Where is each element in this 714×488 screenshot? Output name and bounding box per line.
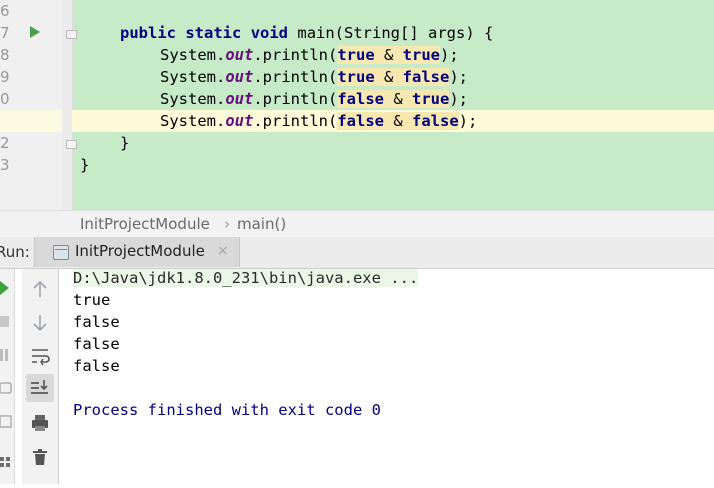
- layout-icon[interactable]: [0, 457, 4, 461]
- breadcrumb: InitProjectModule › main(): [0, 210, 714, 239]
- line-number: 9: [0, 68, 10, 86]
- console-window-icon: [53, 245, 69, 260]
- keyword: void: [250, 24, 289, 42]
- code-literal: true: [337, 68, 375, 86]
- current-line-gutter-highlight: [0, 110, 62, 132]
- code-call: .println(: [253, 46, 338, 64]
- console-output-line: true: [73, 291, 111, 309]
- run-config-tab[interactable]: InitProjectModule ×: [34, 237, 240, 267]
- code-literal: false: [337, 112, 384, 130]
- code-call: .println(: [253, 112, 338, 130]
- static-field: out: [225, 68, 254, 86]
- code-editor[interactable]: 6 7 8 9 0 1 2 3 public static void main(…: [0, 0, 714, 210]
- close-icon[interactable]: ×: [217, 243, 229, 259]
- exit-message: Process finished with exit code 0: [73, 401, 381, 419]
- method-signature-line: public static void main(String[] args) {: [120, 22, 493, 44]
- code-receiver: System.: [160, 90, 226, 108]
- code-operator: &: [384, 90, 412, 108]
- breadcrumb-class[interactable]: InitProjectModule: [80, 215, 210, 233]
- console-output-line: false: [73, 357, 120, 375]
- code-call: .println(: [253, 68, 338, 86]
- class-close-brace: }: [80, 156, 90, 174]
- code-literal: false: [412, 112, 459, 130]
- run-gutter-icon[interactable]: [30, 26, 40, 38]
- line-number: 6: [0, 2, 10, 20]
- code-line: System.out.println(false & false);: [160, 110, 477, 132]
- run-tab-bar: Run: InitProjectModule ×: [0, 237, 714, 269]
- fold-marker-icon[interactable]: [66, 140, 77, 149]
- keyword: public: [120, 24, 176, 42]
- code-literal: false: [402, 68, 450, 86]
- stop-icon[interactable]: [0, 316, 9, 327]
- scroll-to-end-icon: [31, 380, 48, 394]
- command-line[interactable]: D:\Java\jdk1.8.0_231\bin\java.exe ...: [73, 269, 419, 287]
- scroll-to-end-button[interactable]: [26, 374, 54, 402]
- code-close: );: [439, 46, 459, 64]
- line-number: 3: [0, 156, 10, 174]
- play-icon[interactable]: [0, 281, 9, 295]
- run-label: Run:: [0, 243, 30, 261]
- login-icon[interactable]: [0, 415, 12, 428]
- breadcrumb-separator: ›: [224, 215, 230, 233]
- arrow-down-icon[interactable]: [26, 309, 54, 337]
- keyword: static: [185, 24, 242, 42]
- line-number: 0: [0, 90, 10, 108]
- code-operator: &: [374, 68, 403, 86]
- code-close: );: [449, 68, 468, 86]
- code-call: .println(: [253, 90, 338, 108]
- code-operator: &: [374, 46, 403, 64]
- print-icon[interactable]: [26, 409, 54, 437]
- code-receiver: System.: [160, 68, 226, 86]
- code-literal: false: [337, 90, 384, 108]
- fold-marker-icon[interactable]: [66, 30, 77, 39]
- soft-wrap-icon[interactable]: [26, 342, 54, 370]
- console-output-line: false: [73, 313, 120, 331]
- code-receiver: System.: [160, 46, 226, 64]
- camera-icon[interactable]: [0, 382, 12, 394]
- arrow-up-icon[interactable]: [26, 275, 54, 303]
- code-receiver: System.: [160, 112, 226, 130]
- code-literal: true: [412, 90, 450, 108]
- line-number: 8: [0, 46, 10, 64]
- static-field: out: [225, 90, 254, 108]
- code-line: System.out.println(true & false);: [160, 66, 468, 88]
- line-number: 7: [0, 24, 10, 42]
- code-close: );: [458, 112, 478, 130]
- method-close-brace: }: [120, 134, 130, 152]
- pause-icon[interactable]: [0, 349, 3, 361]
- method-rest: main(String[] args) {: [297, 24, 494, 42]
- console-output[interactable]: D:\Java\jdk1.8.0_231\bin\java.exe ... tr…: [59, 269, 714, 484]
- run-actions-toolbar-icons: [0, 281, 12, 467]
- static-field: out: [225, 112, 254, 130]
- code-line: System.out.println(false & true);: [160, 88, 468, 110]
- line-number: 2: [0, 134, 10, 152]
- code-literal: true: [337, 46, 375, 64]
- static-field: out: [225, 46, 254, 64]
- code-line: System.out.println(true & true);: [160, 44, 459, 66]
- breadcrumb-method[interactable]: main(): [237, 215, 286, 233]
- code-operator: &: [384, 112, 412, 130]
- code-literal: true: [402, 46, 440, 64]
- run-actions-toolbar: [0, 269, 15, 484]
- code-close: );: [449, 90, 468, 108]
- tab-title: InitProjectModule: [75, 242, 205, 260]
- console-toolbar: [22, 269, 59, 484]
- console-output-line: false: [73, 335, 120, 353]
- trash-icon[interactable]: [26, 443, 54, 471]
